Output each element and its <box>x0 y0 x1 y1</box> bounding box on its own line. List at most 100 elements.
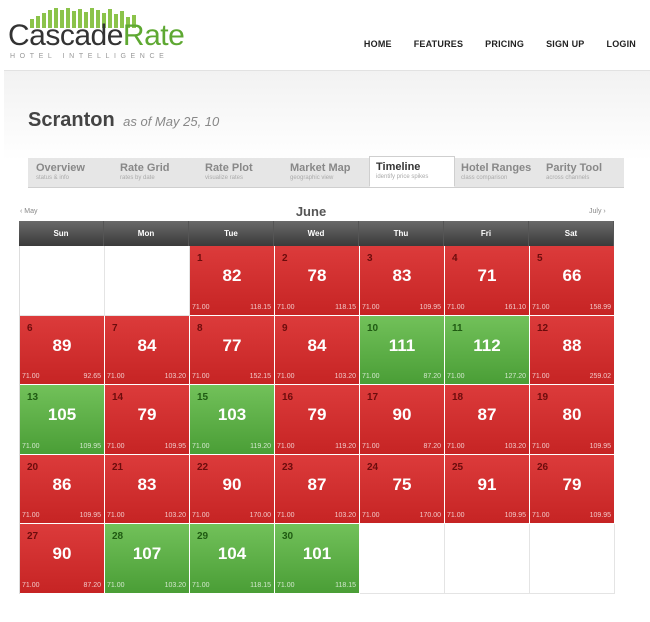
calendar-day-cell[interactable]: 9 84 71.00 103.20 <box>275 315 360 385</box>
day-rate: 79 <box>307 405 327 424</box>
day-low-rate: 71.00 <box>532 303 550 311</box>
calendar-day-cell[interactable]: 26 79 71.00 109.95 <box>530 454 615 524</box>
weekday-header: Fri <box>444 221 529 246</box>
calendar-day-cell[interactable]: 27 90 71.00 87.20 <box>20 524 105 594</box>
prev-month-link[interactable]: ‹ May <box>20 208 38 215</box>
day-rate: 79 <box>137 405 157 424</box>
weekday-header: Wed <box>274 221 359 246</box>
day-number: 19 <box>537 392 549 403</box>
tab-sublabel: identify price spikes <box>376 174 429 180</box>
logo-tagline: HOTEL INTELLIGENCE <box>10 53 169 60</box>
calendar-day-cell[interactable]: 20 86 71.00 109.95 <box>20 454 105 524</box>
calendar-grid: 1 82 71.00 118.15 2 78 71.00 118.15 3 83 71.00 109.… <box>19 246 615 594</box>
tab-sublabel: status & info <box>36 175 70 181</box>
day-low-rate: 71.00 <box>447 442 465 450</box>
day-number: 21 <box>112 461 124 473</box>
day-number: 2 <box>282 253 288 264</box>
calendar-day-cell[interactable]: 23 87 71.00 103.20 <box>275 454 360 524</box>
nav-sign-up[interactable]: SIGN UP <box>546 39 584 49</box>
day-high-rate: 127.20 <box>504 373 526 380</box>
day-number: 17 <box>367 392 379 403</box>
day-rate: 91 <box>477 474 497 494</box>
tab-rate-grid[interactable]: Rate Grid rates by date <box>114 158 198 188</box>
day-number: 16 <box>282 392 294 403</box>
day-low-rate: 71.00 <box>362 512 380 519</box>
nav-features[interactable]: FEATURES <box>414 39 463 49</box>
tab-hotel-ranges[interactable]: Hotel Ranges class comparison <box>455 158 539 188</box>
day-low-rate: 71.00 <box>362 442 380 450</box>
day-low-rate: 71.00 <box>277 303 295 311</box>
nav-pricing[interactable]: PRICING <box>485 39 524 49</box>
day-number: 23 <box>282 461 294 473</box>
calendar-day-cell[interactable]: 7 84 71.00 103.20 <box>105 315 190 385</box>
calendar-day-cell[interactable]: 6 89 71.00 92.65 <box>20 315 105 385</box>
day-rate: 107 <box>132 544 162 563</box>
day-rate: 79 <box>562 474 582 494</box>
calendar-day-cell[interactable]: 21 83 71.00 103.20 <box>105 454 190 524</box>
calendar-empty-cell <box>360 524 445 594</box>
calendar-day-cell[interactable]: 2 78 71.00 118.15 <box>275 246 360 316</box>
day-high-rate: 118.15 <box>335 303 356 311</box>
tab-label: Timeline <box>376 161 421 173</box>
tab-timeline[interactable]: Timeline identify price spikes <box>369 156 455 187</box>
day-low-rate: 71.00 <box>277 373 295 380</box>
logo[interactable]: CascadeRate HOTEL INTELLIGENCE <box>8 6 185 62</box>
day-high-rate: 118.15 <box>250 581 271 589</box>
calendar-day-cell[interactable]: 18 87 71.00 103.20 <box>445 385 530 455</box>
calendar-day-cell[interactable]: 29 104 71.00 118.15 <box>190 524 275 594</box>
weekday-header: Thu <box>359 221 444 246</box>
day-low-rate: 71.00 <box>22 373 40 380</box>
next-month-link[interactable]: July › <box>589 208 606 215</box>
day-low-rate: 71.00 <box>192 373 210 380</box>
day-low-rate: 71.00 <box>362 373 380 380</box>
calendar-day-cell[interactable]: 15 103 71.00 119.20 <box>190 385 275 455</box>
calendar-day-cell[interactable]: 14 79 71.00 109.95 <box>105 385 190 455</box>
day-number: 24 <box>367 461 379 473</box>
day-rate: 82 <box>222 266 242 285</box>
tab-label: Overview <box>36 162 85 174</box>
nav-home[interactable]: HOME <box>364 39 392 49</box>
weekday-header: Sun <box>19 221 104 246</box>
tab-parity-tool[interactable]: Parity Tool across channels <box>540 158 624 188</box>
tab-label: Market Map <box>290 162 351 174</box>
calendar-day-cell[interactable]: 28 107 71.00 103.20 <box>105 524 190 594</box>
calendar-day-cell[interactable]: 30 101 71.00 118.15 <box>275 524 360 594</box>
nav-login[interactable]: LOGIN <box>607 39 637 49</box>
calendar-day-cell[interactable]: 16 79 71.00 119.20 <box>275 385 360 455</box>
day-rate: 71 <box>477 266 497 285</box>
day-low-rate: 71.00 <box>107 442 125 450</box>
tab-sublabel: class comparison <box>461 175 508 181</box>
day-low-rate: 71.00 <box>277 442 295 450</box>
calendar-day-cell[interactable]: 1 82 71.00 118.15 <box>190 246 275 316</box>
day-number: 7 <box>112 322 118 334</box>
calendar: Sun Mon Tue Wed Thu Fri Sat 1 82 71.00 118.… <box>19 221 615 594</box>
day-high-rate: 161.10 <box>504 303 526 311</box>
day-rate: 80 <box>562 405 582 424</box>
calendar-day-cell[interactable]: 10 111 71.00 87.20 <box>360 315 445 385</box>
calendar-day-cell[interactable]: 17 90 71.00 87.20 <box>360 385 445 455</box>
tab-market-map[interactable]: Market Map geographic view <box>284 158 368 188</box>
day-low-rate: 71.00 <box>532 373 550 380</box>
day-high-rate: 170.00 <box>249 512 271 519</box>
as-of-date: as of May 25, 10 <box>123 114 220 129</box>
tab-overview[interactable]: Overview status & info <box>30 158 114 188</box>
calendar-day-cell[interactable]: 22 90 71.00 170.00 <box>190 454 275 524</box>
calendar-day-cell[interactable]: 5 66 71.00 158.99 <box>530 246 615 316</box>
calendar-day-cell[interactable]: 24 75 71.00 170.00 <box>360 454 445 524</box>
tab-rate-plot[interactable]: Rate Plot visualize rates <box>199 158 283 188</box>
calendar-day-cell[interactable]: 12 88 71.00 259.02 <box>530 315 615 385</box>
tab-label: Rate Plot <box>205 162 253 174</box>
calendar-day-cell[interactable]: 11 112 71.00 127.20 <box>445 315 530 385</box>
day-rate: 88 <box>562 335 582 355</box>
calendar-day-cell[interactable]: 4 71 71.00 161.10 <box>445 246 530 316</box>
day-low-rate: 71.00 <box>532 512 550 519</box>
calendar-day-cell[interactable]: 25 91 71.00 109.95 <box>445 454 530 524</box>
day-rate: 83 <box>137 474 157 494</box>
tab-label: Parity Tool <box>546 162 603 174</box>
calendar-day-cell[interactable]: 19 80 71.00 109.95 <box>530 385 615 455</box>
day-number: 1 <box>197 253 203 264</box>
calendar-day-cell[interactable]: 3 83 71.00 109.95 <box>360 246 445 316</box>
calendar-day-cell[interactable]: 8 77 71.00 152.15 <box>190 315 275 385</box>
calendar-empty-cell <box>445 524 530 594</box>
calendar-day-cell[interactable]: 13 105 71.00 109.95 <box>20 385 105 455</box>
